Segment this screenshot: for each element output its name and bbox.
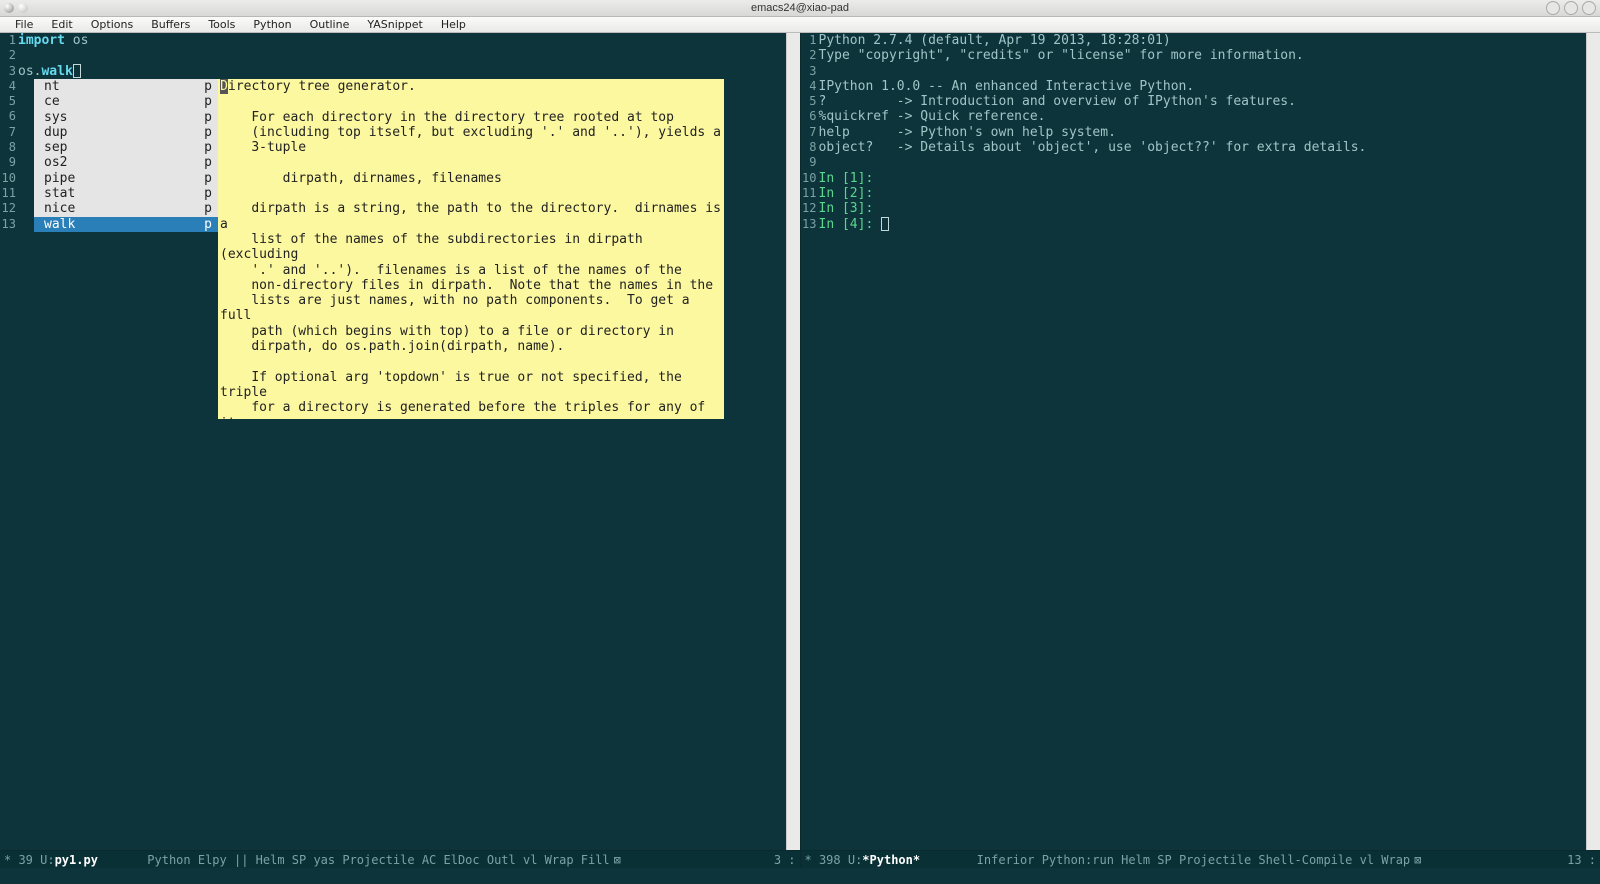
modeline-prefix: * 39 U: bbox=[4, 853, 55, 867]
menu-tools[interactable]: Tools bbox=[199, 18, 244, 31]
window-buttons bbox=[1546, 1, 1596, 15]
menu-edit[interactable]: Edit bbox=[42, 18, 81, 31]
completion-item[interactable]: ntp bbox=[34, 79, 218, 94]
completion-item[interactable]: dupp bbox=[34, 125, 218, 140]
menu-bar: File Edit Options Buffers Tools Python O… bbox=[0, 17, 1600, 33]
menu-options[interactable]: Options bbox=[82, 18, 142, 31]
left-gutter: 1 2 3 4 5 6 7 8 9 10 11 12 13 bbox=[0, 33, 18, 850]
completion-popup[interactable]: ntpcepsyspduppseppos2ppipepstatpnicepwal… bbox=[34, 79, 218, 232]
title-bar: emacs24@xiao-pad bbox=[0, 0, 1600, 17]
app-icon-secondary bbox=[18, 3, 28, 13]
modeline-prefix: * 398 U: bbox=[805, 853, 863, 867]
workspace: 1 2 3 4 5 6 7 8 9 10 11 12 13 import os … bbox=[0, 33, 1600, 868]
doc-popup: Directory tree generator. For each direc… bbox=[218, 79, 724, 419]
right-pane: 1 2 3 4 5 6 7 8 9 10 11 12 13 Python 2.7… bbox=[801, 33, 1600, 868]
right-code[interactable]: Python 2.7.4 (default, Apr 19 2013, 18:2… bbox=[819, 33, 1587, 850]
modeline-close-icon[interactable]: ⊠ bbox=[614, 853, 621, 867]
menu-python[interactable]: Python bbox=[244, 18, 300, 31]
completion-item[interactable]: sysp bbox=[34, 110, 218, 125]
window-title: emacs24@xiao-pad bbox=[751, 2, 849, 14]
right-editor[interactable]: 1 2 3 4 5 6 7 8 9 10 11 12 13 Python 2.7… bbox=[801, 33, 1600, 850]
menu-buffers[interactable]: Buffers bbox=[142, 18, 199, 31]
modeline-modes: Inferior Python:run Helm SP Projectile S… bbox=[926, 853, 1410, 867]
menu-help[interactable]: Help bbox=[432, 18, 475, 31]
completion-item[interactable]: pipep bbox=[34, 171, 218, 186]
right-modeline: * 398 U: *Python* Inferior Python:run He… bbox=[801, 850, 1600, 868]
modeline-filename: *Python* bbox=[862, 853, 920, 867]
completion-item[interactable]: walkp bbox=[34, 217, 218, 232]
left-scrollbar[interactable] bbox=[786, 33, 800, 850]
menu-file[interactable]: File bbox=[6, 18, 42, 31]
completion-item[interactable]: nicep bbox=[34, 201, 218, 216]
menu-outline[interactable]: Outline bbox=[301, 18, 359, 31]
left-modeline: * 39 U: py1.py Python Elpy || Helm SP ya… bbox=[0, 850, 800, 868]
completion-item[interactable]: sepp bbox=[34, 140, 218, 155]
left-editor[interactable]: 1 2 3 4 5 6 7 8 9 10 11 12 13 import os … bbox=[0, 33, 800, 850]
maximize-button[interactable] bbox=[1564, 1, 1578, 15]
close-button[interactable] bbox=[1582, 1, 1596, 15]
right-gutter: 1 2 3 4 5 6 7 8 9 10 11 12 13 bbox=[801, 33, 819, 850]
app-icon bbox=[4, 3, 14, 13]
completion-item[interactable]: cep bbox=[34, 94, 218, 109]
completion-item[interactable]: statp bbox=[34, 186, 218, 201]
minibuffer[interactable] bbox=[0, 868, 1600, 884]
left-pane: 1 2 3 4 5 6 7 8 9 10 11 12 13 import os … bbox=[0, 33, 801, 868]
modeline-close-icon[interactable]: ⊠ bbox=[1414, 853, 1421, 867]
modeline-modes: Python Elpy || Helm SP yas Projectile AC… bbox=[104, 853, 610, 867]
modeline-position: 13 : bbox=[1567, 853, 1596, 867]
modeline-filename: py1.py bbox=[55, 853, 98, 867]
menu-yasnippet[interactable]: YASnippet bbox=[358, 18, 431, 31]
right-scrollbar[interactable] bbox=[1586, 33, 1600, 850]
modeline-position: 3 : bbox=[774, 853, 796, 867]
completion-item[interactable]: os2p bbox=[34, 155, 218, 170]
minimize-button[interactable] bbox=[1546, 1, 1560, 15]
